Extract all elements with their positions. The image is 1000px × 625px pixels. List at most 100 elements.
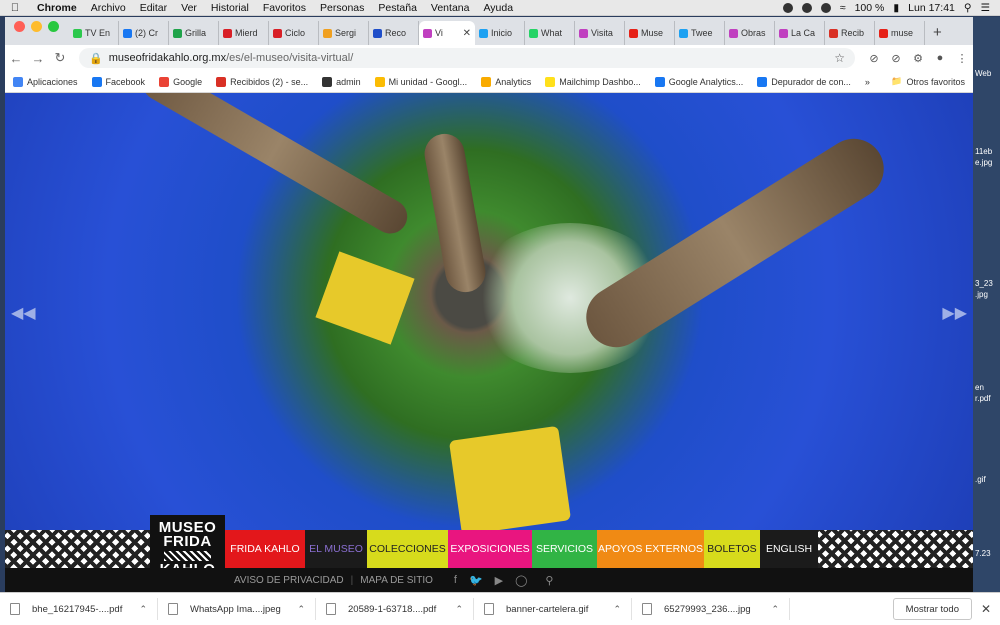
- download-item[interactable]: 65279993_236....jpg ⌃: [632, 598, 790, 620]
- new-tab-button[interactable]: +: [925, 24, 950, 45]
- menu-favoritos[interactable]: Favoritos: [256, 2, 313, 14]
- tab[interactable]: Visita: [575, 21, 625, 45]
- bookmark-item[interactable]: Facebook: [91, 76, 145, 87]
- battery-text[interactable]: 100 %: [855, 2, 885, 14]
- extension-icon[interactable]: ⊘: [885, 52, 907, 65]
- menu-list-icon[interactable]: ☰: [981, 2, 990, 14]
- instagram-icon[interactable]: ◯: [515, 574, 527, 587]
- site-nav-item[interactable]: EXPOSICIONES: [448, 530, 532, 568]
- site-nav-item[interactable]: EL MUSEO: [305, 530, 367, 568]
- download-item[interactable]: bhe_16217945-....pdf ⌃: [0, 598, 158, 620]
- wifi-icon[interactable]: ≈: [840, 2, 846, 14]
- bookmark-item[interactable]: Depurador de con...: [757, 76, 851, 87]
- download-item[interactable]: banner-cartelera.gif ⌃: [474, 598, 632, 620]
- desktop-file-label[interactable]: r.pdf: [975, 394, 991, 403]
- apple-icon[interactable]: : [0, 2, 30, 14]
- clock[interactable]: Lun 17:41: [908, 2, 955, 14]
- tab[interactable]: Recib: [825, 21, 875, 45]
- chevron-up-icon[interactable]: ⌃: [297, 604, 305, 615]
- other-bookmarks[interactable]: 📁 Otros favoritos: [891, 76, 973, 87]
- bookmark-item[interactable]: Recibidos (2) - se...: [216, 76, 308, 87]
- twitter-icon[interactable]: 🐦: [469, 574, 483, 587]
- desktop-file-label[interactable]: 11eb: [975, 147, 992, 156]
- bookmark-item[interactable]: Analytics: [481, 76, 531, 87]
- desktop-file-label[interactable]: 3_23: [975, 279, 993, 288]
- bookmark-item[interactable]: admin: [322, 76, 361, 87]
- tab[interactable]: What: [525, 21, 575, 45]
- desktop-file-label[interactable]: .gif: [975, 475, 986, 484]
- tab[interactable]: Reco: [369, 21, 419, 45]
- tab[interactable]: muse: [875, 21, 925, 45]
- tab[interactable]: Sergi: [319, 21, 369, 45]
- download-item[interactable]: WhatsApp Ima....jpeg ⌃: [158, 598, 316, 620]
- site-nav-item[interactable]: ENGLISH: [760, 530, 818, 568]
- maximize-window-button[interactable]: [48, 21, 59, 32]
- menu-ayuda[interactable]: Ayuda: [476, 2, 520, 14]
- address-bar[interactable]: 🔒 museofridakahlo.org.mx /es/el-museo/vi…: [79, 48, 855, 68]
- close-downloads-bar-icon[interactable]: ✕: [972, 602, 1000, 616]
- desktop-file-label[interactable]: Web: [975, 69, 991, 78]
- minimize-window-button[interactable]: [31, 21, 42, 32]
- menu-pestana[interactable]: Pestaña: [371, 2, 424, 14]
- show-all-downloads-button[interactable]: Mostrar todo: [892, 598, 972, 620]
- virtual-tour-panorama[interactable]: ◀◀ ▶▶: [5, 93, 973, 536]
- tab[interactable]: TV En: [69, 21, 119, 45]
- desktop-file-label[interactable]: .jpg: [975, 290, 988, 299]
- tab[interactable]: La Ca: [775, 21, 825, 45]
- battery-icon[interactable]: ▮: [893, 2, 899, 14]
- back-button[interactable]: ←: [5, 51, 27, 66]
- facebook-icon[interactable]: f: [454, 574, 457, 586]
- reload-button[interactable]: ↻: [49, 50, 71, 66]
- bookmark-star-icon[interactable]: ☆: [834, 51, 845, 65]
- desktop-file-label[interactable]: 7.23: [975, 549, 991, 558]
- tab[interactable]: Ciclo: [269, 21, 319, 45]
- profile-icon[interactable]: ●: [929, 52, 951, 64]
- chevron-up-icon[interactable]: ⌃: [613, 604, 621, 615]
- menu-personas[interactable]: Personas: [313, 2, 371, 14]
- site-nav-item[interactable]: SERVICIOS: [532, 530, 597, 568]
- menu-editar[interactable]: Editar: [133, 2, 174, 14]
- status-icon[interactable]: [782, 2, 793, 13]
- site-nav-item[interactable]: APOYOS EXTERNOS: [597, 530, 704, 568]
- site-nav-item[interactable]: FRIDA KAHLO: [225, 530, 305, 568]
- search-icon[interactable]: ⚲: [964, 2, 972, 14]
- panorama-left-arrow-icon[interactable]: ◀◀: [11, 303, 36, 323]
- tab[interactable]: Twee: [675, 21, 725, 45]
- tab[interactable]: (2) Cr: [119, 21, 169, 45]
- site-nav-item[interactable]: COLECCIONES: [367, 530, 448, 568]
- forward-button[interactable]: →: [27, 51, 49, 66]
- tab[interactable]: Inicio: [475, 21, 525, 45]
- desktop-file-label[interactable]: en: [975, 383, 984, 392]
- desktop-file-label[interactable]: e.jpg: [975, 158, 992, 167]
- extension-puzzle-icon[interactable]: ⚙: [907, 52, 929, 65]
- chevron-up-icon[interactable]: ⌃: [455, 604, 463, 615]
- bookmark-item[interactable]: Mailchimp Dashbo...: [545, 76, 641, 87]
- tab[interactable]: Mierd: [219, 21, 269, 45]
- menu-ver[interactable]: Ver: [174, 2, 204, 14]
- youtube-icon[interactable]: ▶: [495, 574, 503, 587]
- privacy-link[interactable]: AVISO DE PRIVACIDAD: [227, 575, 351, 586]
- bookmark-item[interactable]: Google Analytics...: [654, 76, 743, 87]
- site-nav-item[interactable]: BOLETOS: [704, 530, 760, 568]
- status-icon[interactable]: [820, 2, 831, 13]
- bookmarks-overflow-icon[interactable]: »: [865, 77, 870, 87]
- chevron-up-icon[interactable]: ⌃: [139, 604, 147, 615]
- chevron-up-icon[interactable]: ⌃: [771, 604, 779, 615]
- tab[interactable]: Muse: [625, 21, 675, 45]
- panorama-right-arrow-icon[interactable]: ▶▶: [942, 303, 967, 323]
- download-item[interactable]: 20589-1-63718....pdf ⌃: [316, 598, 474, 620]
- status-icon[interactable]: [801, 2, 812, 13]
- menu-historial[interactable]: Historial: [204, 2, 256, 14]
- sitemap-link[interactable]: MAPA DE SITIO: [353, 575, 440, 586]
- more-menu-icon[interactable]: ⋮: [951, 52, 973, 65]
- bookmark-item[interactable]: Aplicaciones: [13, 76, 78, 87]
- bookmark-item[interactable]: Google: [159, 76, 202, 87]
- close-window-button[interactable]: [14, 21, 25, 32]
- menu-app-name[interactable]: Chrome: [30, 2, 84, 14]
- menu-ventana[interactable]: Ventana: [424, 2, 477, 14]
- search-icon[interactable]: ⚲: [545, 574, 553, 587]
- close-tab-icon[interactable]: ✕: [463, 28, 471, 39]
- bookmark-item[interactable]: Mi unidad - Googl...: [374, 76, 467, 87]
- block-icon[interactable]: ⊘: [863, 52, 885, 65]
- menu-archivo[interactable]: Archivo: [84, 2, 133, 14]
